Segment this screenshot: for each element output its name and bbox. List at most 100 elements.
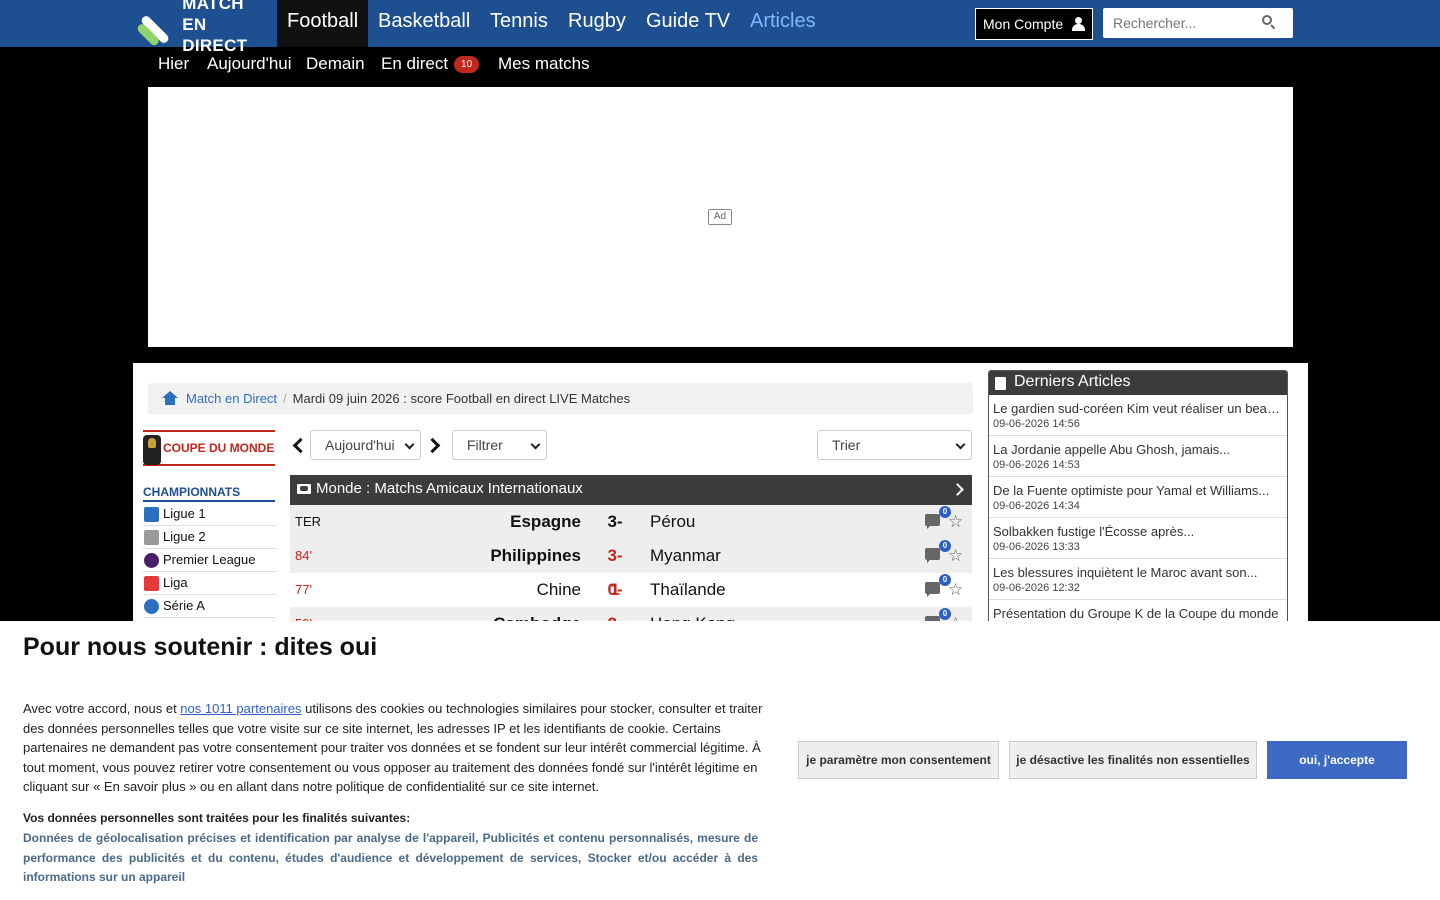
article-title: La Jordanie appelle Abu Ghosh, jamais...: [993, 442, 1231, 457]
championships-title: CHAMPIONNATS: [143, 485, 275, 502]
article-date: 09-06-2026 12:32: [993, 582, 1080, 594]
article-item[interactable]: Les blessures inquiètent le Maroc avant …: [989, 559, 1287, 600]
match-status: TER: [295, 514, 321, 529]
subnav-live-label: En direct: [381, 54, 449, 73]
match-row[interactable]: 77' Chine 0-0 Thaïlande 0 ☆: [290, 573, 972, 623]
site-logo[interactable]: MATCH EN DIRECT: [135, 0, 272, 55]
nav-basketball[interactable]: Basketball: [368, 0, 480, 47]
prev-day-arrow[interactable]: [291, 437, 309, 454]
account-button[interactable]: Mon Compte: [975, 8, 1093, 40]
away-team: Myanmar: [650, 546, 721, 565]
logo-line1: MATCH: [182, 0, 244, 13]
disable-nonessential-button[interactable]: je désactive les finalités non essentiel…: [1009, 741, 1257, 779]
match-status: 77': [295, 582, 312, 597]
consent-settings-button[interactable]: je paramètre mon consentement: [798, 741, 999, 779]
league-label: Ligue 2: [163, 529, 206, 544]
sort-select[interactable]: Trier: [817, 430, 972, 460]
filter-select[interactable]: Filtrer: [452, 430, 547, 460]
article-title: De la Fuente optimiste pour Yamal et Wil…: [993, 483, 1270, 498]
article-date: 09-06-2026 14:34: [993, 500, 1080, 512]
top-navbar: MATCH EN DIRECT Football Basketball Tenn…: [0, 0, 1440, 55]
latest-articles-header: Derniers Articles: [989, 371, 1287, 395]
subnav-today[interactable]: Aujourd'hui: [207, 53, 292, 75]
live-count-badge: 10: [454, 56, 480, 73]
purposes-title: Vos données personnelles sont traitées p…: [23, 811, 411, 825]
article-title: Présentation du Groupe K de la Coupe du …: [993, 606, 1279, 621]
article-date: 09-06-2026 14:56: [993, 418, 1080, 430]
user-icon: [1072, 17, 1085, 31]
league-ligue-2[interactable]: Ligue 2: [143, 526, 275, 549]
ligue-1-icon: [144, 507, 159, 522]
accept-button[interactable]: oui, j'accepte: [1267, 741, 1407, 779]
article-title: Les blessures inquiètent le Maroc avant …: [993, 565, 1258, 580]
league-liga[interactable]: Liga: [143, 572, 275, 595]
breadcrumb-separator: /: [283, 391, 287, 406]
match-status: 84': [295, 548, 312, 563]
league-premier-league[interactable]: Premier League: [143, 549, 275, 572]
star-icon[interactable]: ☆: [948, 573, 963, 607]
serie-a-icon: [144, 599, 159, 614]
match-row[interactable]: TER Espagne 3-1 Pérou 0 ☆: [290, 505, 972, 565]
subnav-tomorrow[interactable]: Demain: [306, 53, 365, 75]
document-icon: [995, 377, 1006, 390]
article-title: Le gardien sud-coréen Kim veut réaliser …: [993, 401, 1283, 416]
subnav-my-matches[interactable]: Mes matchs: [498, 53, 590, 75]
subnav-yesterday[interactable]: Hier: [158, 53, 189, 75]
world-flag-icon: [297, 484, 311, 494]
next-day-arrow[interactable]: [424, 437, 441, 454]
nav-guide-tv[interactable]: Guide TV: [636, 0, 740, 47]
logo-icon: [135, 6, 174, 48]
nav-tennis[interactable]: Tennis: [480, 0, 558, 47]
nav-rugby[interactable]: Rugby: [558, 0, 636, 47]
sort-select-value: Trier: [832, 437, 861, 453]
subnav-live[interactable]: En direct 10: [381, 53, 480, 75]
article-item[interactable]: La Jordanie appelle Abu Ghosh, jamais...…: [989, 436, 1287, 477]
league-label: Ligue 1: [163, 506, 206, 521]
consent-text: Avec votre accord, nous et nos 1011 part…: [23, 699, 763, 797]
consent-banner: Pour nous soutenir : dites oui Avec votr…: [0, 621, 1440, 900]
article-item[interactable]: Le gardien sud-coréen Kim veut réaliser …: [989, 395, 1287, 436]
article-item[interactable]: Présentation du Groupe K de la Coupe du …: [989, 600, 1287, 623]
chevron-down-icon: [404, 439, 415, 450]
search-icon[interactable]: [1262, 15, 1276, 30]
home-icon[interactable]: [162, 391, 178, 405]
article-item[interactable]: De la Fuente optimiste pour Yamal et Wil…: [989, 477, 1287, 518]
latest-articles-title: Derniers Articles: [1014, 373, 1131, 390]
chevron-down-icon: [955, 439, 966, 450]
competition-title: Monde : Matchs Amicaux Internationaux: [316, 480, 583, 497]
nav-football[interactable]: Football: [277, 0, 368, 47]
day-select[interactable]: Aujourd'hui: [310, 430, 421, 460]
league-serie-a[interactable]: Série A: [143, 595, 275, 618]
ad-label: Ad: [708, 209, 732, 225]
star-icon[interactable]: ☆: [948, 505, 963, 539]
account-label: Mon Compte: [983, 16, 1064, 32]
comment-icon[interactable]: [925, 514, 940, 529]
star-icon[interactable]: ☆: [948, 539, 963, 573]
world-cup-link[interactable]: COUPE DU MONDE: [143, 430, 275, 466]
competition-header[interactable]: Monde : Matchs Amicaux Internationaux: [290, 475, 972, 505]
home-team: Espagne: [510, 512, 581, 531]
consent-text-intro: Avec votre accord, nous et: [23, 701, 181, 716]
consent-title: Pour nous soutenir : dites oui: [23, 633, 378, 661]
comment-icon[interactable]: [925, 548, 940, 563]
league-ligue-1[interactable]: Ligue 1: [143, 503, 275, 526]
home-team: Chine: [536, 580, 581, 599]
away-team: Pérou: [650, 512, 696, 531]
article-title: Solbakken fustige l'Écosse après...: [993, 524, 1195, 539]
league-label: Premier League: [163, 552, 256, 567]
article-item[interactable]: Solbakken fustige l'Écosse après... 09-0…: [989, 518, 1287, 559]
latest-articles-panel: Derniers Articles Le gardien sud-coréen …: [988, 370, 1288, 623]
trophy-icon: [143, 435, 161, 465]
match-row[interactable]: 84' Philippines 3-1 Myanmar 0 ☆: [290, 539, 972, 599]
article-date: 09-06-2026 13:33: [993, 541, 1080, 553]
main-content: Match en Direct / Mardi 09 juin 2026 : sco…: [133, 363, 1308, 623]
partners-link[interactable]: nos 1011 partenaires: [180, 701, 301, 716]
liga-icon: [144, 576, 159, 591]
breadcrumb-current: Mardi 09 juin 2026 : score Football en d…: [292, 391, 631, 406]
comment-icon[interactable]: [925, 582, 940, 597]
chevron-down-icon: [530, 439, 541, 450]
breadcrumb-home-link[interactable]: Match en Direct: [186, 391, 277, 406]
league-label: Série A: [163, 598, 205, 613]
nav-articles[interactable]: Articles: [740, 0, 826, 47]
logo-line2: EN DIRECT: [182, 14, 248, 55]
